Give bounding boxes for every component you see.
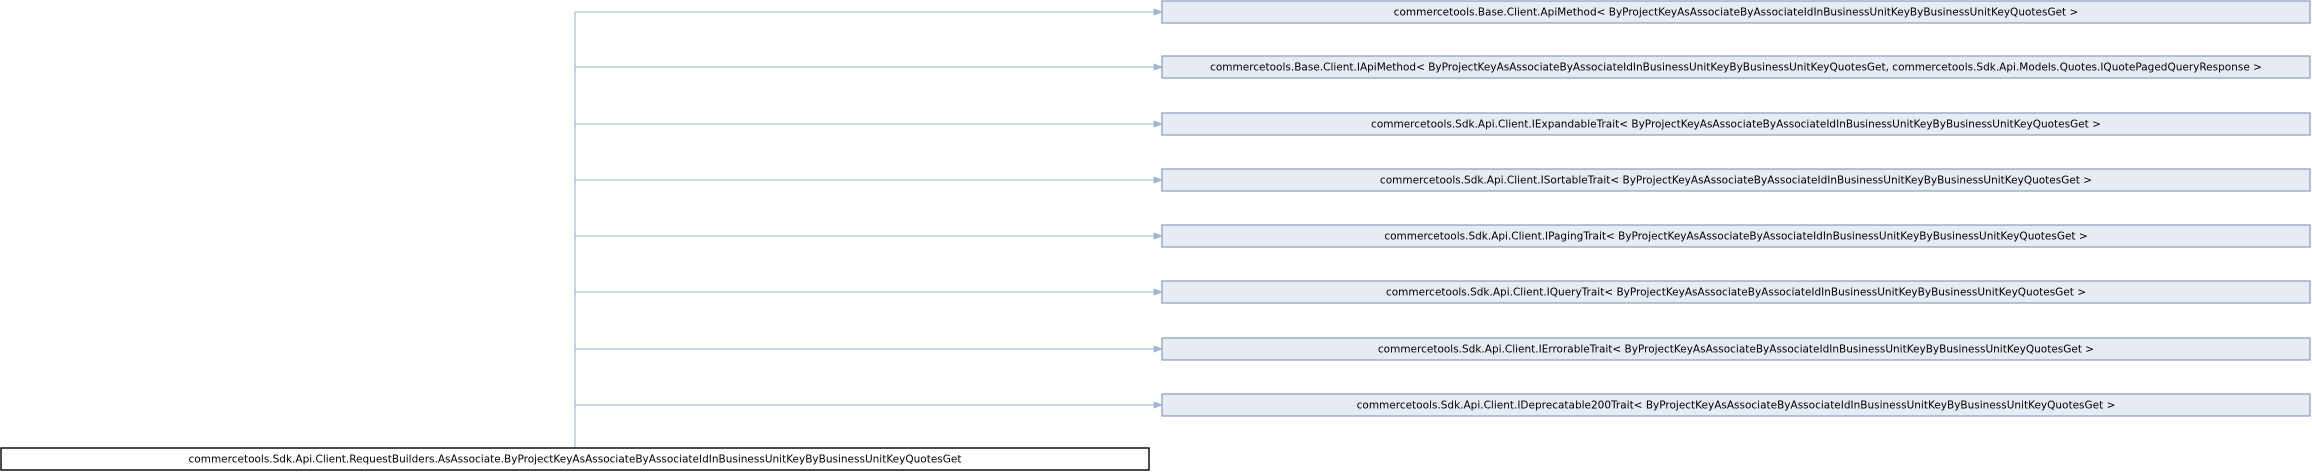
- base-class-label-6: commercetools.Sdk.Api.Client.IErrorableT…: [1378, 344, 2094, 356]
- inheritance-edges: [574, 8, 1164, 448]
- main-class-node[interactable]: commercetools.Sdk.Api.Client.RequestBuil…: [0, 447, 1150, 471]
- base-class-node-1[interactable]: commercetools.Base.Client.IApiMethod< By…: [1161, 55, 2311, 79]
- arrow-head-2: [1153, 120, 1164, 128]
- main-class-label: commercetools.Sdk.Api.Client.RequestBuil…: [189, 454, 962, 466]
- base-class-label-2: commercetools.Sdk.Api.Client.IExpandable…: [1371, 119, 2101, 131]
- base-class-label-5: commercetools.Sdk.Api.Client.IQueryTrait…: [1386, 287, 2086, 299]
- base-class-node-7[interactable]: commercetools.Sdk.Api.Client.IDeprecatab…: [1161, 393, 2311, 417]
- arrow-head-1: [1153, 63, 1164, 71]
- arrow-head-7: [1153, 401, 1164, 409]
- base-class-node-3[interactable]: commercetools.Sdk.Api.Client.ISortableTr…: [1161, 168, 2311, 192]
- arrow-head-0: [1153, 8, 1164, 16]
- arrow-head-6: [1153, 345, 1164, 353]
- base-class-node-6[interactable]: commercetools.Sdk.Api.Client.IErrorableT…: [1161, 337, 2311, 361]
- base-class-node-4[interactable]: commercetools.Sdk.Api.Client.IPagingTrai…: [1161, 224, 2311, 248]
- base-class-label-7: commercetools.Sdk.Api.Client.IDeprecatab…: [1357, 400, 2116, 412]
- base-class-label-4: commercetools.Sdk.Api.Client.IPagingTrai…: [1384, 231, 2087, 243]
- base-class-label-1: commercetools.Base.Client.IApiMethod< By…: [1210, 62, 2262, 74]
- base-class-label-0: commercetools.Base.Client.ApiMethod< ByP…: [1394, 7, 2079, 19]
- base-class-node-0[interactable]: commercetools.Base.Client.ApiMethod< ByP…: [1161, 0, 2311, 24]
- arrow-head-5: [1153, 288, 1164, 296]
- arrow-head-3: [1153, 176, 1164, 184]
- base-class-node-2[interactable]: commercetools.Sdk.Api.Client.IExpandable…: [1161, 112, 2311, 136]
- base-class-label-3: commercetools.Sdk.Api.Client.ISortableTr…: [1380, 175, 2092, 187]
- inheritance-diagram: commercetools.Base.Client.ApiMethod< ByP…: [0, 0, 2311, 471]
- base-class-node-5[interactable]: commercetools.Sdk.Api.Client.IQueryTrait…: [1161, 280, 2311, 304]
- arrow-head-4: [1153, 232, 1164, 240]
